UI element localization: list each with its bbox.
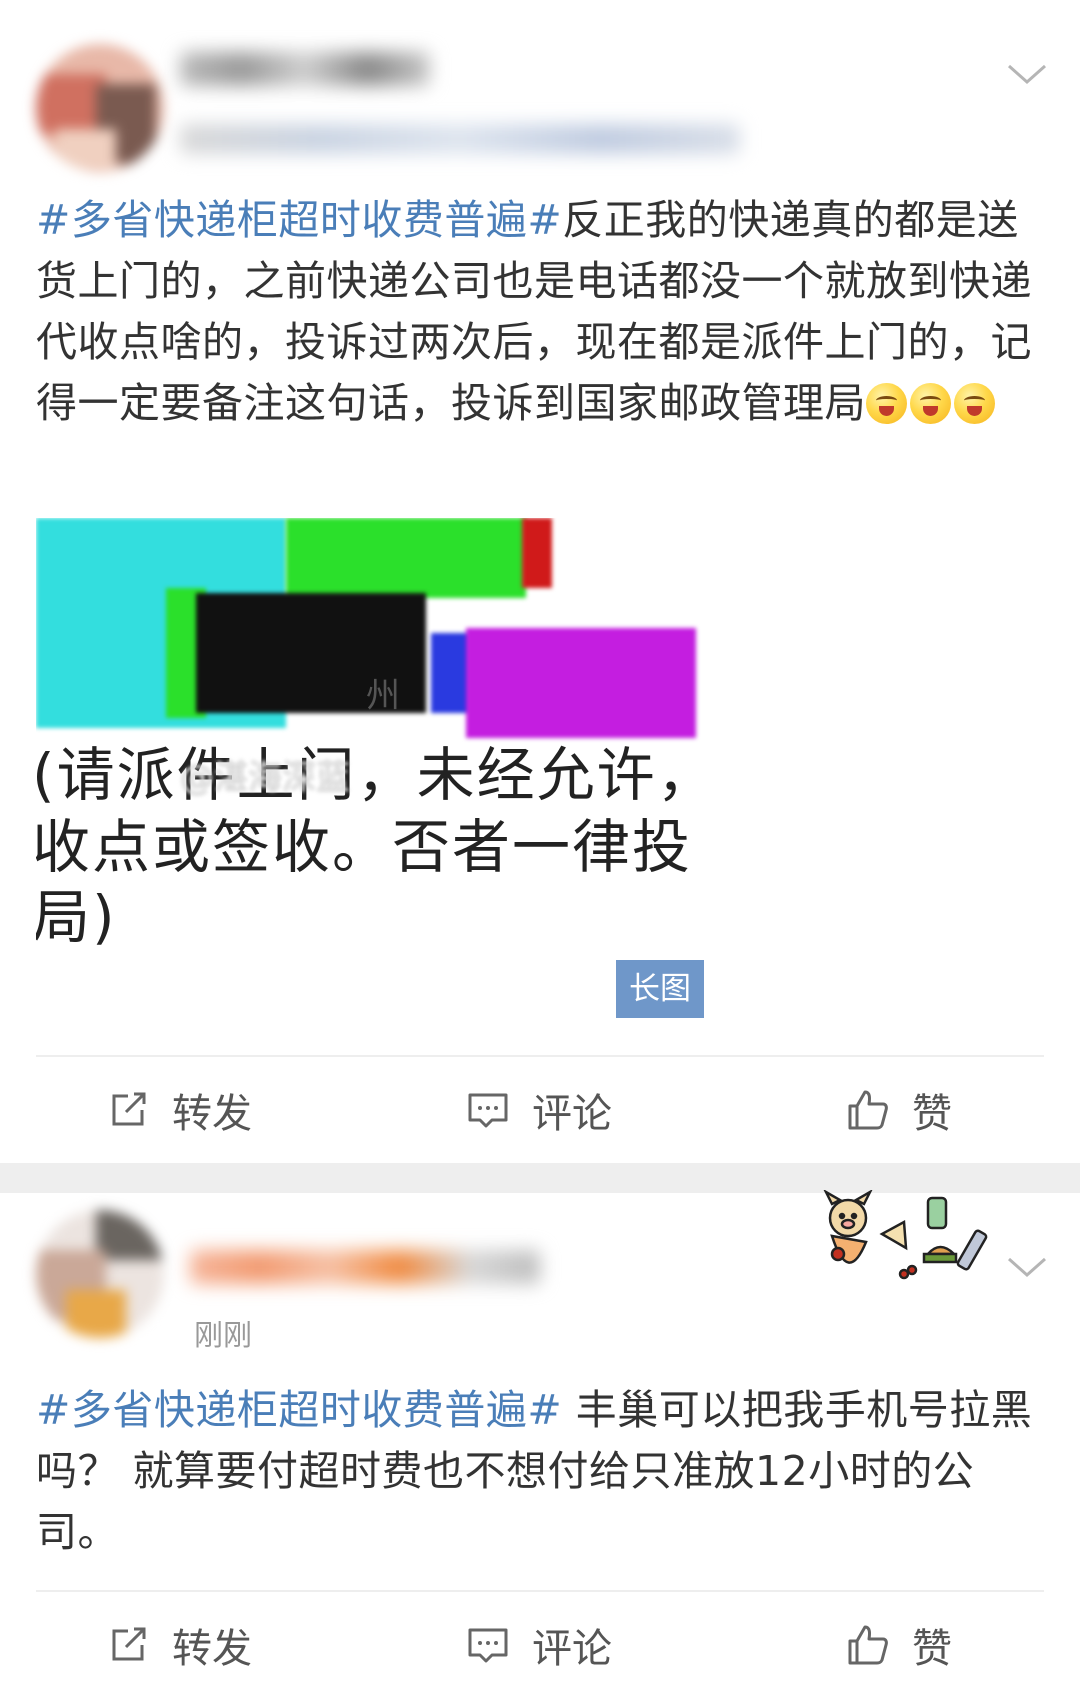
repost-button[interactable]: 转发 [106, 1615, 252, 1675]
redaction-magenta [466, 628, 696, 738]
image-watermark: @湛海深蓝 [180, 758, 350, 798]
share-icon [112, 1092, 146, 1126]
divider [36, 1055, 1044, 1057]
hugging-face-emoji [866, 383, 907, 424]
like-button[interactable]: 赞 [846, 1080, 952, 1140]
comment-label: 评论 [532, 1626, 612, 1672]
redaction-blue [431, 633, 471, 713]
feed-separator [0, 1163, 1080, 1193]
post-meta [180, 124, 740, 154]
redaction-green [286, 518, 526, 598]
image-text-line3: 局) [36, 883, 117, 951]
post-image[interactable]: 州 (请派件上门，未经允许， 收点或签收。否者一律投 局) [36, 518, 704, 1024]
share-icon [112, 1627, 146, 1661]
comment-button[interactable]: 评论 [466, 1615, 612, 1675]
post-text: #多省快递柜超时收费普遍# 丰巢可以把我手机号拉黑吗？ 就算要付超时费也不想付给… [36, 1380, 1046, 1563]
like-button[interactable]: 赞 [846, 1615, 952, 1675]
comment-icon [468, 1093, 508, 1128]
like-label: 赞 [912, 1626, 952, 1672]
repost-button[interactable]: 转发 [106, 1080, 252, 1140]
like-icon [848, 1090, 888, 1130]
repost-label: 转发 [172, 1091, 252, 1137]
comment-button[interactable]: 评论 [466, 1080, 612, 1140]
post-timestamp: 刚刚 [194, 1318, 253, 1352]
like-label: 赞 [912, 1091, 952, 1137]
hugging-face-emoji [954, 383, 995, 424]
image-text-line2: 收点或签收。否者一律投 [36, 813, 693, 881]
hugging-face-emoji [910, 383, 951, 424]
username[interactable] [190, 1250, 540, 1284]
topic-link[interactable]: #多省快递柜超时收费普遍# [36, 196, 562, 244]
cartoon-sticker-icon [823, 1190, 988, 1280]
divider [36, 1590, 1044, 1592]
avatar[interactable] [36, 44, 164, 172]
chevron-down-icon[interactable] [1005, 1245, 1049, 1289]
feed-post: #多省快递柜超时收费普遍#反正我的快递真的都是送货上门的，之前快递公司也是电话都… [0, 0, 1080, 1163]
avatar[interactable] [36, 1210, 164, 1338]
topic-link[interactable]: #多省快递柜超时收费普遍# [36, 1386, 562, 1434]
image-text-partial: 州 [366, 676, 402, 716]
like-icon [848, 1625, 888, 1665]
chevron-down-icon[interactable] [1005, 52, 1049, 96]
comment-icon [468, 1628, 508, 1663]
redaction-red [522, 518, 552, 588]
comment-label: 评论 [532, 1091, 612, 1137]
post-text: #多省快递柜超时收费普遍#反正我的快递真的都是送货上门的，之前快递公司也是电话都… [36, 190, 1046, 434]
repost-label: 转发 [172, 1626, 252, 1672]
long-image-badge[interactable]: 长图 [616, 960, 704, 1018]
username[interactable] [180, 52, 430, 86]
